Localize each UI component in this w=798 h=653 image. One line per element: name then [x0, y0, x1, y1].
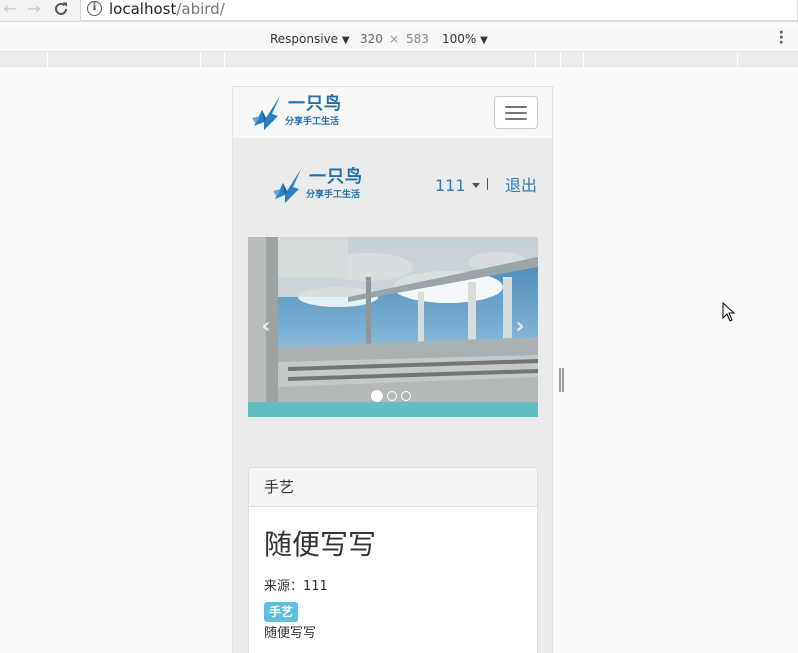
panel-heading: 手艺	[249, 468, 537, 507]
logo-title: 一只鸟	[288, 94, 342, 114]
image-carousel[interactable]: ‹ ›	[248, 237, 538, 417]
carousel-prev-button[interactable]: ‹	[256, 313, 276, 341]
header-logo[interactable]: 一只鸟 分享手工生活	[271, 165, 381, 209]
site-navbar: 一只鸟 分享手工生活	[233, 87, 552, 138]
logo-title: 一只鸟	[309, 167, 363, 187]
mouse-cursor-icon	[722, 302, 736, 322]
address-bar[interactable]: i localhost/abird/	[80, 0, 798, 21]
device-mode-select[interactable]: Responsive ▼	[270, 32, 350, 48]
resize-handle[interactable]	[559, 368, 565, 392]
device-viewport: 一只鸟 分享手工生活 一只鸟 分享手工生活 111 退出 ‹ › 手艺 随便写写…	[232, 86, 553, 653]
logo-slogan: 分享手工生活	[306, 190, 361, 200]
separator	[487, 178, 488, 190]
device-mode-label: Responsive	[270, 32, 339, 46]
viewport-height-input[interactable]: 583	[406, 32, 429, 46]
post-body: 随便写写	[264, 626, 317, 641]
times-icon: ×	[389, 32, 400, 46]
post-panel: 手艺 随便写写 来源：111 手艺 随便写写	[248, 467, 538, 653]
viewport-width-input[interactable]: 320	[360, 32, 383, 46]
carousel-indicator-3[interactable]	[401, 391, 411, 401]
forward-button[interactable]: →	[24, 0, 44, 20]
media-query-ruler[interactable]	[0, 52, 798, 67]
url-text: localhost/abird/	[109, 0, 225, 18]
zoom-select[interactable]: 100% ▼	[442, 32, 488, 48]
user-menu-dropdown[interactable]: 111	[435, 176, 480, 196]
chevron-down-icon: ▼	[341, 35, 350, 46]
logout-link[interactable]: 退出	[505, 176, 537, 196]
category-heading: 手艺	[264, 478, 295, 496]
browser-toolbar: ← → i localhost/abird/	[0, 0, 798, 22]
more-options-icon[interactable]: · · ·	[779, 26, 784, 50]
back-button[interactable]: ←	[0, 0, 20, 20]
zoom-label: 100%	[442, 32, 477, 46]
url-host: localhost	[109, 0, 177, 18]
reload-button[interactable]	[51, 0, 71, 20]
username-label: 111	[435, 176, 466, 195]
post-tag-badge[interactable]: 手艺	[264, 602, 299, 622]
carousel-indicator-2[interactable]	[387, 391, 397, 401]
info-icon[interactable]: i	[87, 1, 102, 16]
logo-slogan: 分享手工生活	[285, 117, 340, 127]
chevron-down-icon: ▼	[480, 35, 488, 46]
caret-down-icon	[471, 183, 480, 188]
reload-icon	[55, 2, 67, 15]
post-source: 来源：111	[264, 579, 328, 594]
url-path: /abird/	[176, 0, 225, 18]
site-logo[interactable]: 一只鸟 分享手工生活	[250, 92, 360, 136]
carousel-next-button[interactable]: ›	[510, 313, 530, 341]
carousel-slide-image	[248, 237, 538, 417]
post-title[interactable]: 随便写写	[264, 528, 376, 562]
carousel-indicator-1[interactable]	[371, 390, 383, 402]
device-toolbar: Responsive ▼ 320 × 583 100% ▼ · · ·	[0, 26, 798, 52]
navbar-toggle-button[interactable]	[494, 96, 538, 129]
